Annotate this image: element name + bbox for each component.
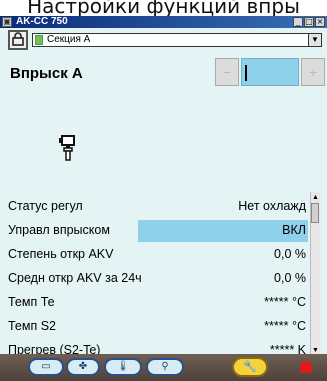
row-value: ***** °C (264, 295, 306, 309)
value-stepper: − + (215, 58, 325, 86)
list-item[interactable]: Средн откр AKV за 24ч 0,0 % (8, 268, 308, 290)
row-label: Темп Те (8, 295, 55, 309)
close-button[interactable]: × (315, 17, 325, 27)
section-select-value: Секция А (47, 34, 91, 45)
list-item[interactable]: Темп S2 ***** °C (8, 316, 308, 338)
window-title: AK-CC 750 (16, 16, 68, 27)
list-item-selected[interactable]: Управл впрыском ВКЛ (8, 220, 308, 242)
section-bar: Секция А ▼ (0, 28, 327, 52)
row-value: ***** °C (264, 319, 306, 333)
thermometer-icon: 🌡 (116, 361, 130, 372)
injection-valve-icon (58, 134, 80, 162)
scroll-thumb[interactable] (311, 203, 319, 223)
wrench-icon: 🔧 (243, 361, 257, 373)
list-item[interactable]: Статус регул Нет охлажд (8, 196, 308, 218)
parameter-list: Статус регул Нет охлажд Управл впрыском … (8, 196, 308, 364)
thermometer-nav-button[interactable]: 🌡 (104, 358, 142, 376)
compressor-icon: ▭ (41, 361, 51, 372)
row-value: 0,0 % (274, 247, 306, 261)
fan-icon: ✤ (78, 361, 88, 372)
maximize-button[interactable]: □ (304, 17, 314, 27)
page-title: Впрыск А (10, 65, 83, 82)
compressor-nav-button[interactable]: ▭ (28, 358, 64, 376)
section-select[interactable]: Секция А ▼ (32, 33, 322, 47)
valve-nav-button[interactable]: ⚲ (146, 358, 184, 376)
row-value: Нет охлажд (238, 199, 306, 213)
list-scrollbar[interactable]: ▲ ▼ (310, 192, 320, 356)
fan-nav-button[interactable]: ✤ (66, 358, 100, 376)
valve-icon: ⚲ (161, 361, 169, 372)
increment-button[interactable]: + (301, 58, 325, 86)
bottom-nav-bar: ▭ ✤ 🌡 ⚲ 🔧 (0, 354, 327, 381)
lock-icon (12, 32, 24, 49)
row-label: Средн откр AKV за 24ч (8, 271, 142, 285)
window-controls: _ □ × (293, 17, 325, 27)
row-label: Управл впрыском (8, 223, 110, 237)
row-label: Темп S2 (8, 319, 57, 333)
alarm-bell-icon[interactable] (300, 361, 312, 373)
minimize-button[interactable]: _ (293, 17, 303, 27)
section-color-chip (35, 35, 43, 45)
lock-button[interactable] (8, 30, 28, 50)
row-value: 0,0 % (274, 271, 306, 285)
stepper-field[interactable] (241, 58, 299, 86)
scroll-up-icon[interactable]: ▲ (311, 192, 320, 203)
chevron-down-icon[interactable]: ▼ (308, 34, 321, 46)
row-label: Степень откр AKV (8, 247, 114, 261)
settings-wrench-button[interactable]: 🔧 (232, 357, 268, 377)
title-bar: ▣ AK-CC 750 _ □ × (0, 16, 327, 28)
app-icon: ▣ (2, 17, 12, 27)
list-item[interactable]: Степень откр AKV 0,0 % (8, 244, 308, 266)
list-item[interactable]: Темп Те ***** °C (8, 292, 308, 314)
text-caret (245, 65, 247, 81)
row-value: ВКЛ (282, 223, 306, 237)
row-label: Статус регул (8, 199, 83, 213)
decrement-button[interactable]: − (215, 58, 239, 86)
app-window: ▣ AK-CC 750 _ □ × Секция А ▼ Впрыск А − … (0, 16, 327, 381)
